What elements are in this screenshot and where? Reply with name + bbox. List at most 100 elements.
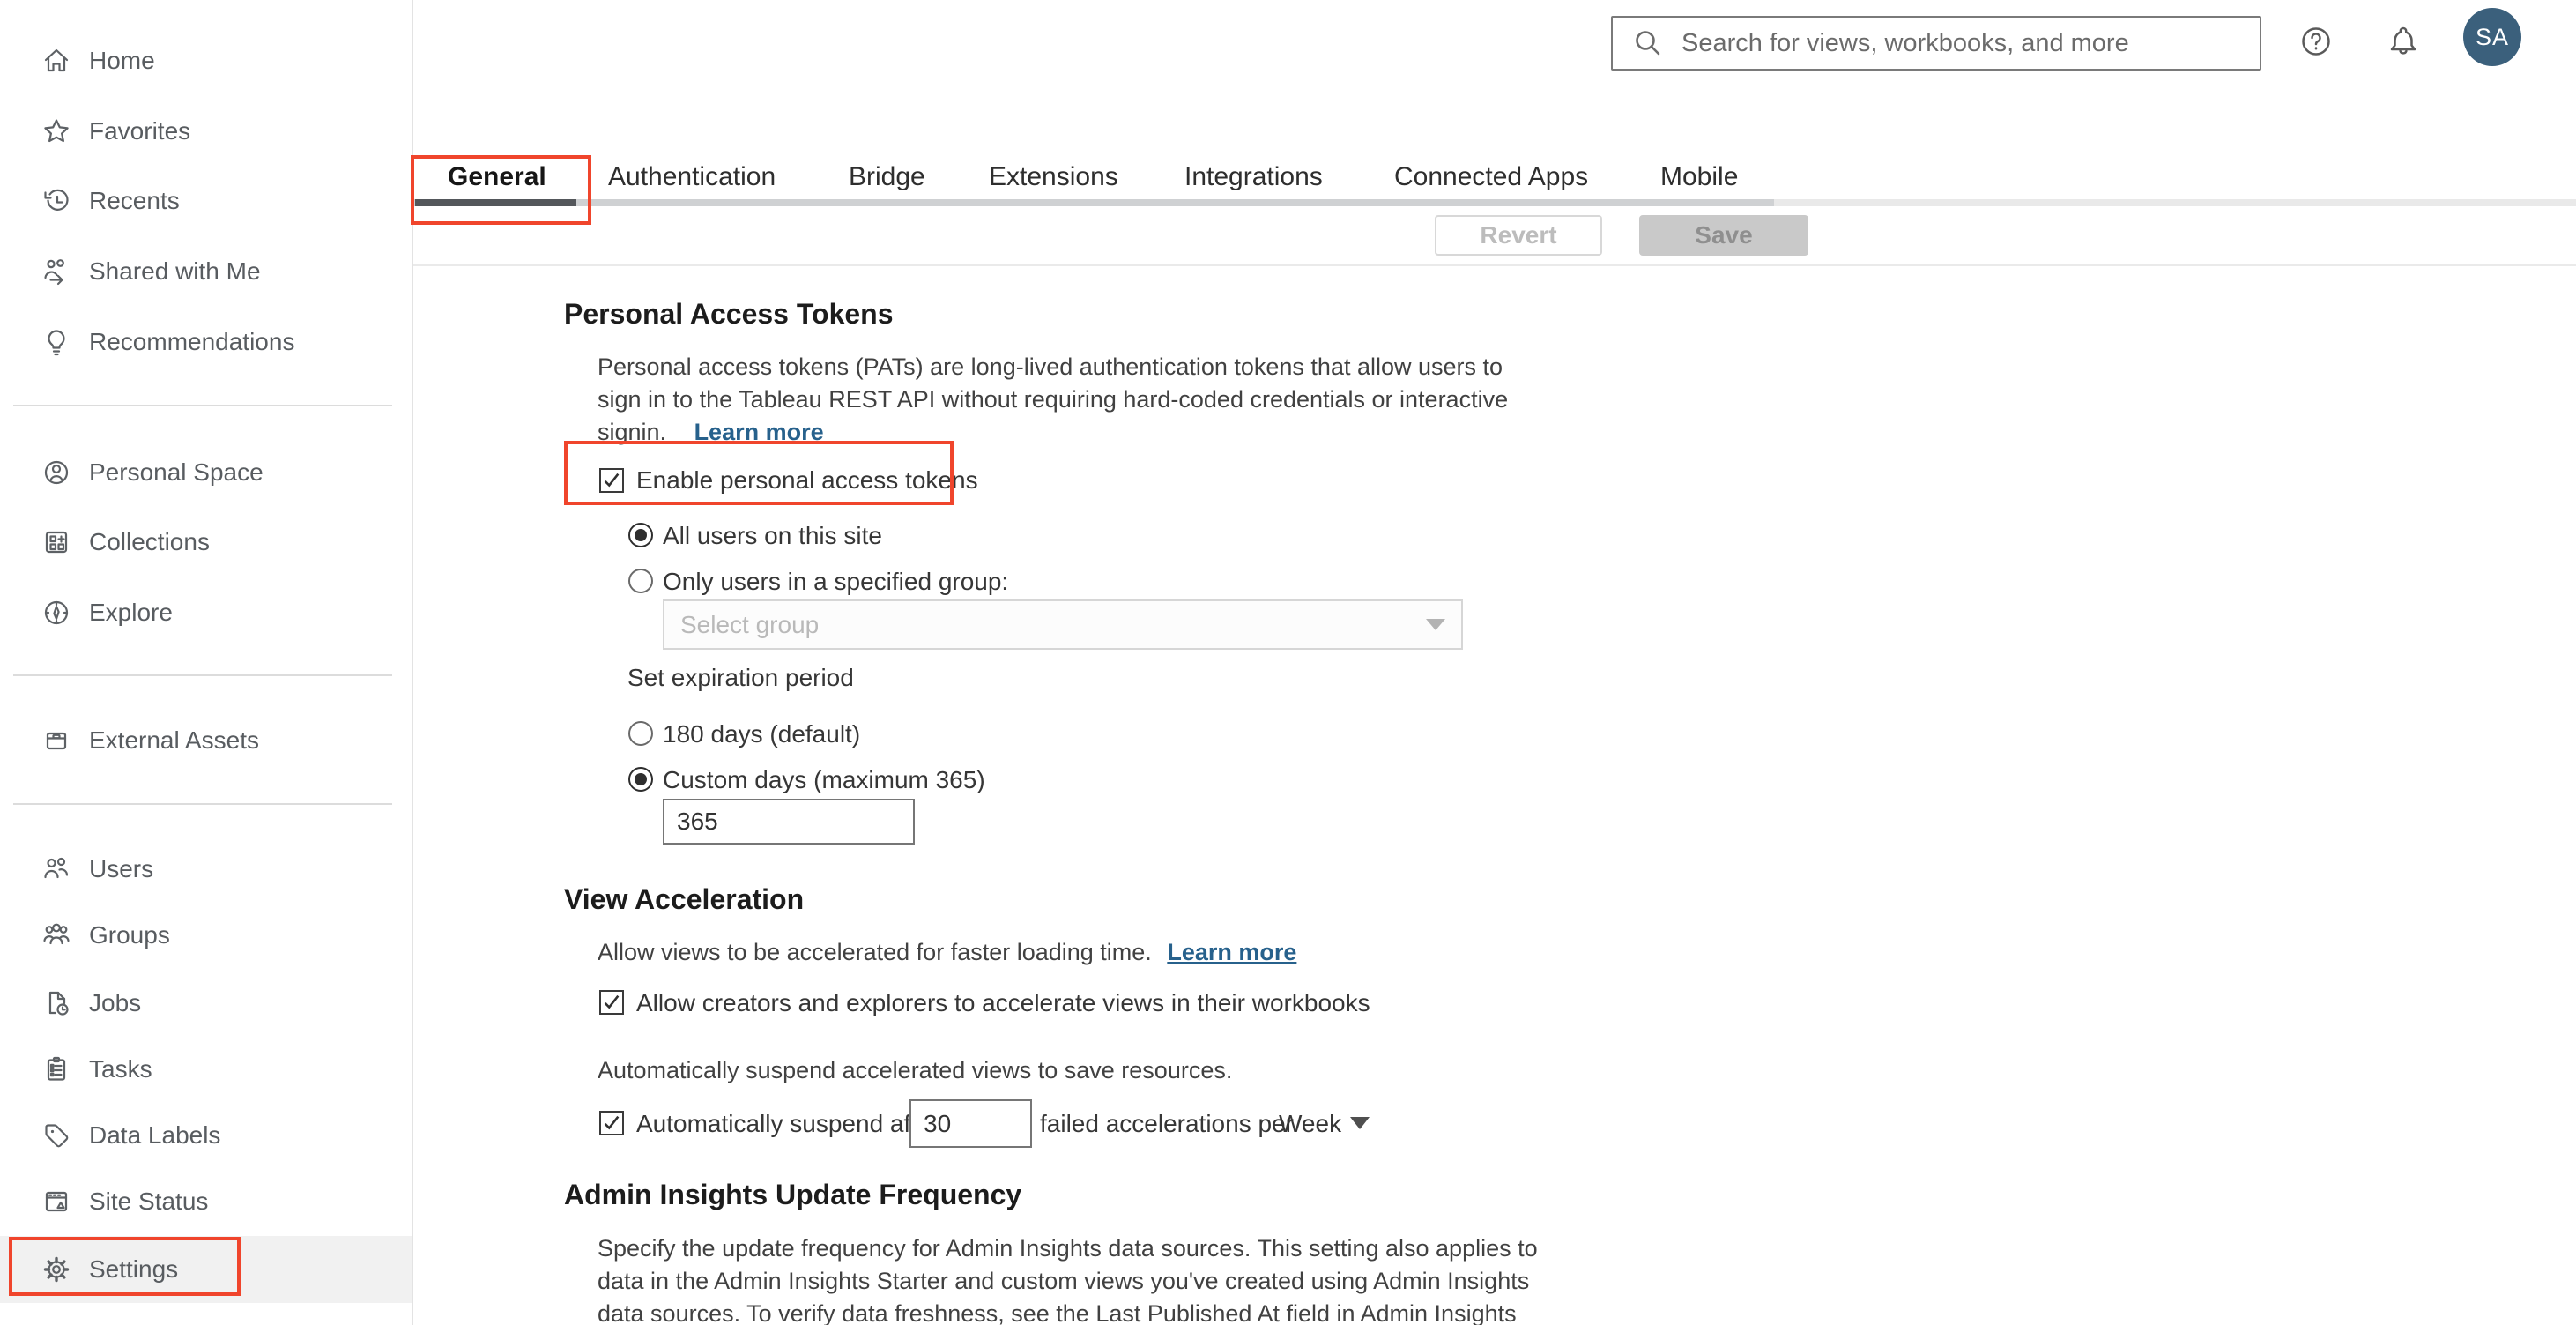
tag-icon bbox=[39, 1118, 74, 1153]
lightbulb-icon bbox=[39, 324, 74, 360]
personal-space-icon bbox=[39, 455, 74, 490]
recents-clock-icon bbox=[39, 183, 74, 219]
va-suspend-note: Automatically suspend accelerated views … bbox=[598, 1057, 1233, 1083]
users-icon bbox=[39, 852, 74, 887]
sidebar-item-recents[interactable]: Recents bbox=[0, 175, 412, 227]
sidebar-item-label: Personal Space bbox=[89, 458, 264, 486]
sidebar-item-label: Recents bbox=[89, 187, 180, 214]
custom-days-label: Custom days (maximum 365) bbox=[663, 766, 985, 793]
admin-desc-line2: data in the Admin Insights Starter and c… bbox=[598, 1268, 1530, 1294]
sidebar-item-site-status[interactable]: Site Status bbox=[0, 1175, 412, 1228]
header-divider bbox=[413, 264, 2576, 266]
sidebar-item-recommendations[interactable]: Recommendations bbox=[0, 316, 412, 368]
sidebar-item-users[interactable]: Users bbox=[0, 843, 412, 896]
revert-button[interactable]: Revert bbox=[1435, 215, 1602, 256]
site-status-icon bbox=[39, 1184, 74, 1219]
auto-suspend-checkbox[interactable] bbox=[599, 1111, 624, 1135]
sidebar: Home Favorites Recents Shared with Me Re bbox=[0, 0, 413, 1325]
custom-days-input[interactable] bbox=[663, 799, 915, 845]
save-button[interactable]: Save bbox=[1639, 215, 1808, 256]
failed-accelerations-input[interactable] bbox=[909, 1099, 1032, 1148]
sidebar-item-label: Shared with Me bbox=[89, 257, 261, 285]
sidebar-divider bbox=[13, 674, 392, 676]
tab-integrations[interactable]: Integrations bbox=[1184, 162, 1323, 192]
allow-acceleration-label: Allow creators and explorers to accelera… bbox=[636, 989, 1370, 1016]
enable-pat-checkbox[interactable] bbox=[599, 468, 624, 493]
jobs-icon bbox=[39, 986, 74, 1021]
sidebar-item-explore[interactable]: Explore bbox=[0, 586, 412, 639]
admin-desc-line3: data sources. To verify data freshness, … bbox=[598, 1300, 1517, 1325]
sidebar-item-label: Site Status bbox=[89, 1187, 209, 1215]
sidebar-item-label: Collections bbox=[89, 528, 210, 555]
help-icon[interactable] bbox=[2297, 22, 2335, 61]
sidebar-item-label: Home bbox=[89, 47, 155, 74]
auto-suspend-suffix-label: failed accelerations per bbox=[1040, 1110, 1294, 1137]
tab-track bbox=[413, 199, 1774, 206]
tab-mobile[interactable]: Mobile bbox=[1660, 162, 1738, 192]
sidebar-item-label: Jobs bbox=[89, 989, 142, 1016]
tab-authentication[interactable]: Authentication bbox=[608, 162, 776, 192]
sidebar-item-label: Settings bbox=[89, 1255, 179, 1283]
pat-desc-line1: Personal access tokens (PATs) are long-l… bbox=[598, 354, 1503, 380]
tab-extensions[interactable]: Extensions bbox=[989, 162, 1118, 192]
tableau-site-settings-page: Home Favorites Recents Shared with Me Re bbox=[0, 0, 2576, 1325]
period-select-caret-icon[interactable] bbox=[1350, 1117, 1370, 1129]
va-learn-more-link[interactable]: Learn more bbox=[1167, 939, 1296, 965]
pat-learn-more-link[interactable]: Learn more bbox=[694, 419, 824, 445]
pat-desc-line2: sign in to the Tableau REST API without … bbox=[598, 386, 1509, 413]
all-users-label: All users on this site bbox=[663, 522, 882, 549]
sidebar-item-tasks[interactable]: Tasks bbox=[0, 1043, 412, 1096]
notifications-bell-icon[interactable] bbox=[2384, 22, 2423, 61]
search-input[interactable] bbox=[1611, 16, 2261, 71]
allow-acceleration-checkbox[interactable] bbox=[599, 990, 624, 1015]
admin-description: Specify the update frequency for Admin I… bbox=[598, 1232, 1538, 1325]
sidebar-item-label: Users bbox=[89, 855, 154, 882]
sidebar-divider bbox=[13, 803, 392, 805]
pat-desc-line3: signin. Learn more bbox=[598, 416, 1508, 449]
sidebar-item-collections[interactable]: Collections bbox=[0, 516, 412, 569]
star-icon bbox=[39, 114, 74, 149]
sidebar-item-label: Groups bbox=[89, 921, 170, 949]
home-icon bbox=[39, 43, 74, 78]
only-group-label: Only users in a specified group: bbox=[663, 568, 1009, 595]
groups-icon bbox=[39, 918, 74, 953]
tasks-icon bbox=[39, 1052, 74, 1087]
admin-section-title: Admin Insights Update Frequency bbox=[564, 1179, 1022, 1210]
sidebar-item-label: Favorites bbox=[89, 117, 191, 145]
tab-connected-apps[interactable]: Connected Apps bbox=[1394, 162, 1588, 192]
all-users-radio[interactable] bbox=[628, 523, 653, 547]
sidebar-item-settings[interactable]: Settings bbox=[0, 1243, 412, 1296]
sidebar-item-groups[interactable]: Groups bbox=[0, 909, 412, 962]
sidebar-divider bbox=[13, 405, 392, 406]
pat-desc-line3-text: signin. bbox=[598, 419, 667, 445]
days-180-radio[interactable] bbox=[628, 721, 653, 746]
sidebar-item-favorites[interactable]: Favorites bbox=[0, 105, 412, 158]
explore-compass-icon bbox=[39, 595, 74, 630]
sidebar-item-data-labels[interactable]: Data Labels bbox=[0, 1109, 412, 1162]
auto-suspend-label: Automatically suspend after bbox=[636, 1110, 939, 1137]
collections-icon bbox=[39, 525, 74, 560]
select-group-dropdown[interactable]: Select group bbox=[663, 599, 1463, 650]
period-select[interactable]: Week bbox=[1279, 1110, 1341, 1138]
va-desc-text: Allow views to be accelerated for faster… bbox=[598, 939, 1152, 965]
only-group-radio[interactable] bbox=[628, 569, 653, 593]
shared-with-me-icon bbox=[39, 254, 74, 289]
sidebar-item-shared-with-me[interactable]: Shared with Me bbox=[0, 245, 412, 298]
custom-days-radio[interactable] bbox=[628, 767, 653, 792]
tab-general[interactable]: General bbox=[448, 162, 546, 192]
pat-section-title: Personal Access Tokens bbox=[564, 298, 894, 330]
days-180-label: 180 days (default) bbox=[663, 720, 861, 748]
tab-bridge[interactable]: Bridge bbox=[849, 162, 925, 192]
sidebar-item-personal-space[interactable]: Personal Space bbox=[0, 446, 412, 499]
sidebar-item-label: Explore bbox=[89, 599, 173, 626]
sidebar-item-label: Recommendations bbox=[89, 328, 295, 355]
gear-icon bbox=[39, 1252, 74, 1287]
pat-description: Personal access tokens (PATs) are long-l… bbox=[598, 351, 1508, 449]
expiration-period-label: Set expiration period bbox=[627, 664, 854, 691]
sidebar-item-jobs[interactable]: Jobs bbox=[0, 977, 412, 1030]
sidebar-item-home[interactable]: Home bbox=[0, 34, 412, 87]
enable-pat-label: Enable personal access tokens bbox=[636, 466, 978, 494]
sidebar-item-external-assets[interactable]: External Assets bbox=[0, 714, 412, 767]
avatar[interactable]: SA bbox=[2463, 8, 2521, 66]
sidebar-item-label: Data Labels bbox=[89, 1121, 221, 1149]
